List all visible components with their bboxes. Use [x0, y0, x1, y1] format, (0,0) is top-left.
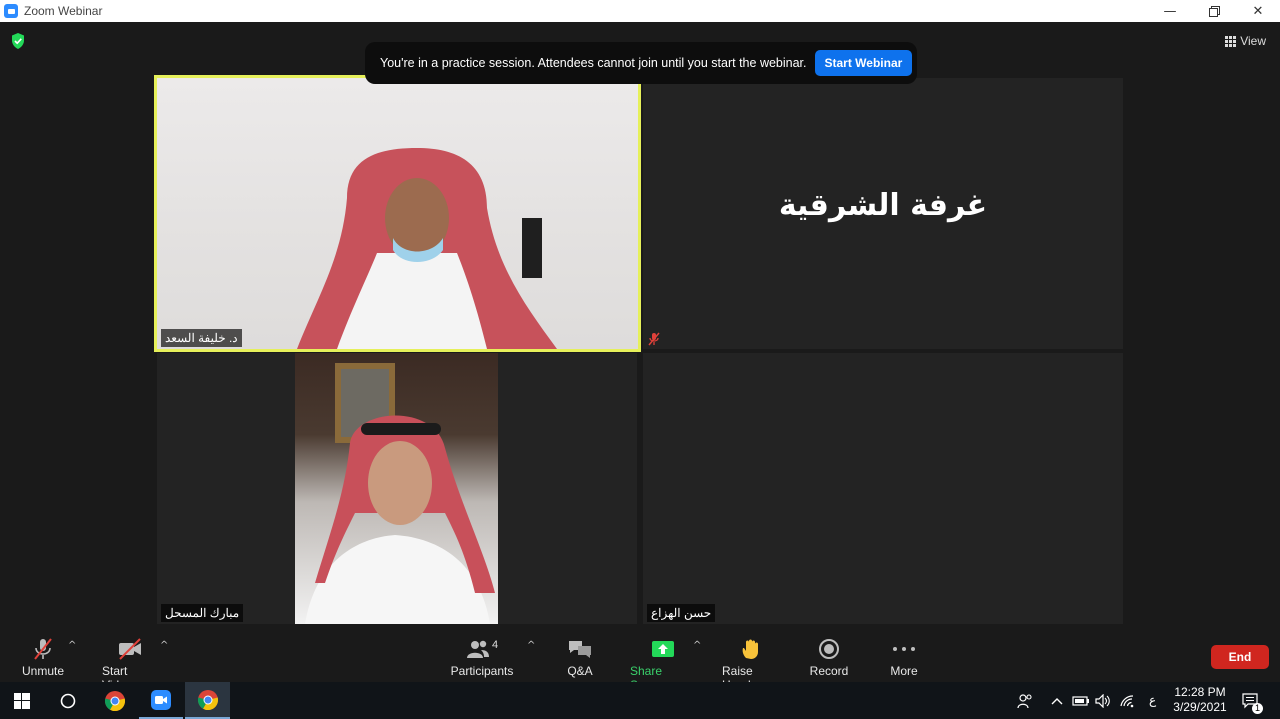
taskbar-chrome-2[interactable] [185, 682, 230, 719]
more-dots-icon [893, 647, 915, 651]
qa-button[interactable]: Q&A [566, 637, 594, 678]
record-label: Record [809, 664, 849, 678]
room-name-label: غرفة الشرقية [778, 188, 988, 223]
qa-chat-icon [569, 641, 591, 658]
participant-video [295, 353, 498, 624]
clock-date: 3/29/2021 [1173, 700, 1227, 714]
more-label: More [890, 664, 918, 678]
search-button[interactable] [46, 682, 90, 719]
video-tile-4[interactable]: حسن الهزاع [643, 353, 1123, 624]
chrome-icon [104, 690, 126, 711]
muted-microphone-icon [34, 638, 52, 660]
share-options-caret[interactable]: ^ [693, 640, 701, 651]
notification-count: 1 [1252, 703, 1263, 714]
unmute-label: Unmute [21, 664, 65, 678]
people-icon [1017, 693, 1032, 708]
tray-overflow-button[interactable] [1046, 682, 1068, 719]
encryption-shield-icon[interactable] [11, 33, 25, 49]
participant-video [157, 78, 638, 349]
chevron-up-icon [1051, 697, 1063, 704]
muted-microphone-icon [648, 332, 660, 346]
people-button[interactable] [1012, 682, 1038, 719]
meeting-toolbar: Unmute ^ Start Video ^ 4 Participants ^ [0, 634, 1280, 692]
chrome-icon [197, 689, 218, 710]
banner-message: You're in a practice session. Attendees … [380, 56, 807, 70]
video-tile-1[interactable]: د. خليفة السعد [154, 75, 641, 352]
participants-label: Participants [450, 664, 514, 678]
end-button[interactable]: End [1211, 645, 1269, 669]
video-tile-3[interactable]: مبارك المسحل [157, 353, 637, 624]
window-controls: — ✕ [1148, 0, 1280, 22]
restore-icon [1208, 5, 1220, 17]
minimize-button[interactable]: — [1148, 0, 1192, 22]
participants-icon [466, 640, 489, 658]
start-webinar-button[interactable]: Start Webinar [814, 50, 913, 76]
cortana-circle-icon [60, 693, 76, 708]
participants-count: 4 [491, 639, 499, 651]
window-title: Zoom Webinar [24, 4, 103, 18]
audio-options-caret[interactable]: ^ [68, 640, 76, 651]
more-button[interactable]: More [889, 637, 919, 678]
input-language-indicator[interactable]: ع [1149, 693, 1156, 707]
title-bar: Zoom Webinar — ✕ [0, 0, 1280, 22]
participant-silhouette [297, 148, 557, 349]
participants-options-caret[interactable]: ^ [527, 640, 535, 651]
qa-label: Q&A [567, 664, 593, 678]
taskbar-zoom[interactable] [139, 682, 183, 719]
action-center-button[interactable]: 1 [1236, 682, 1266, 719]
clock[interactable]: 12:28 PM 3/29/2021 [1168, 685, 1232, 715]
zoom-app-icon [4, 4, 18, 18]
start-button[interactable] [0, 682, 44, 719]
participant-name: حسن الهزاع [647, 604, 716, 622]
record-icon [819, 639, 839, 659]
restore-button[interactable] [1192, 0, 1236, 22]
battery-button[interactable] [1070, 682, 1092, 719]
share-screen-icon [652, 641, 674, 657]
view-button[interactable]: View [1225, 34, 1266, 48]
windows-logo-icon [14, 692, 30, 709]
participant-name: د. خليفة السعد [161, 329, 242, 347]
video-off-icon [119, 638, 141, 660]
unmute-button[interactable]: Unmute [22, 637, 64, 678]
network-button[interactable] [1116, 682, 1138, 719]
windows-taskbar: ع 12:28 PM 3/29/2021 1 [0, 682, 1280, 719]
zoom-icon [151, 689, 171, 710]
battery-icon [1072, 695, 1089, 706]
volume-button[interactable] [1093, 682, 1113, 719]
participant-silhouette [305, 363, 495, 624]
practice-session-banner: You're in a practice session. Attendees … [365, 42, 917, 84]
video-tile-2[interactable]: غرفة الشرقية [643, 78, 1123, 349]
video-options-caret[interactable]: ^ [160, 640, 168, 651]
record-button[interactable]: Record [810, 637, 848, 678]
taskbar-chrome-1[interactable] [93, 682, 137, 719]
wifi-icon [1120, 694, 1134, 707]
clock-time: 12:28 PM [1174, 685, 1226, 699]
raise-hand-icon [742, 639, 758, 659]
meeting-area: View You're in a practice session. Atten… [0, 22, 1280, 634]
participant-name: مبارك المسحل [161, 604, 244, 622]
speaker-icon [1095, 693, 1110, 708]
grid-view-icon [1225, 35, 1237, 47]
view-label: View [1240, 34, 1266, 48]
participants-button[interactable]: 4 Participants [450, 637, 514, 678]
close-button[interactable]: ✕ [1236, 0, 1280, 22]
